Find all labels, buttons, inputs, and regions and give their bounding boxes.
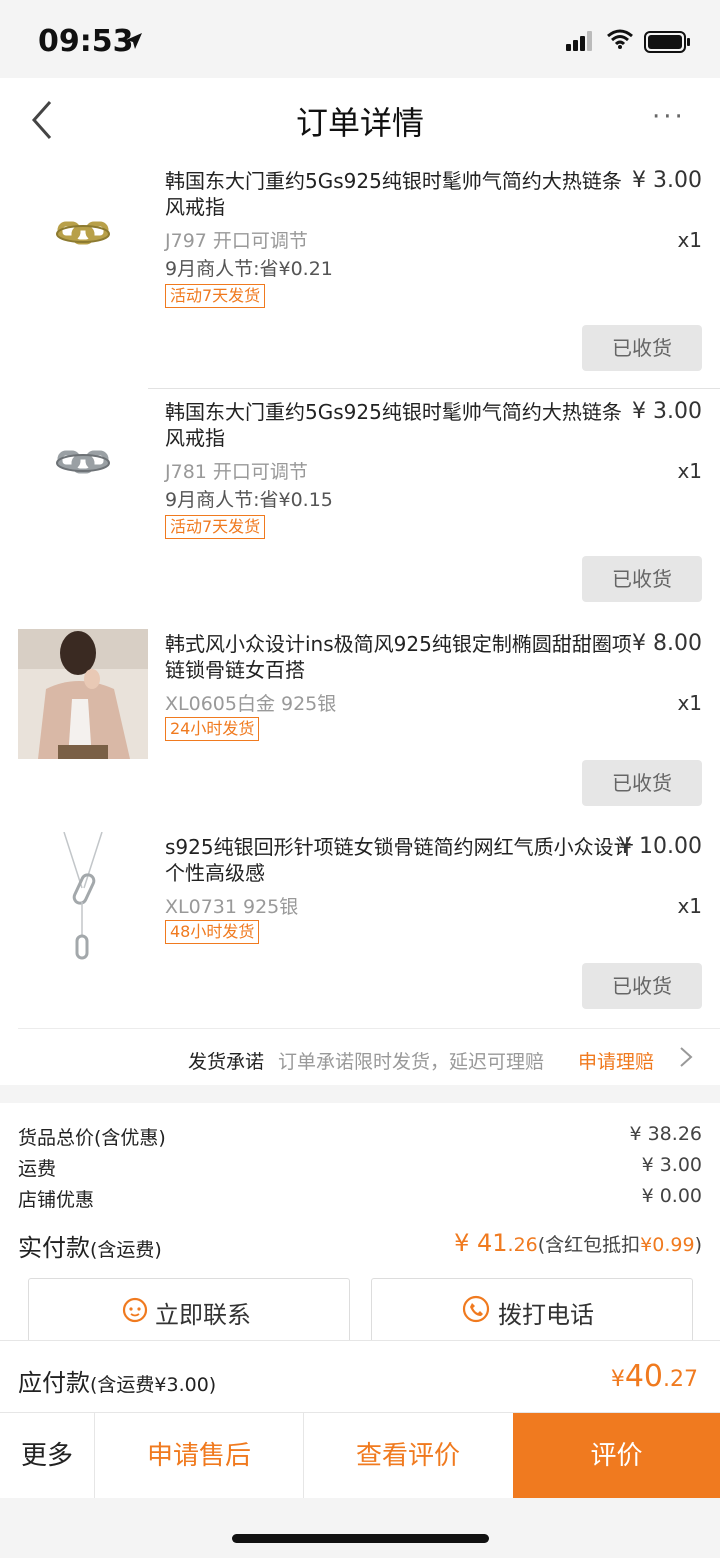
amount-due-bar: 应付款(含运费¥3.00) ¥40.27 (0, 1340, 720, 1413)
order-item: 韩式风小众设计ins极简风925纯银定制椭圆甜甜圈项链锁骨链女百搭 ¥ 8.00… (0, 623, 720, 823)
phone-icon (462, 1295, 490, 1323)
status-bar: 09:53 (0, 0, 720, 78)
model-photo-image[interactable] (18, 629, 148, 759)
chevron-right-icon (680, 1047, 693, 1067)
amount-due-value: ¥40.27 (611, 1359, 698, 1394)
summary-label: 店铺优惠 (18, 1189, 95, 1211)
due-label-note: (含运费¥3.00) (90, 1374, 217, 1396)
received-button[interactable]: 已收货 (582, 556, 702, 602)
item-promo: 9月商人节:省¥0.15 (165, 489, 333, 511)
status-time: 09:53 (38, 24, 134, 59)
call-phone-button[interactable]: 拨打电话 (371, 1278, 693, 1341)
shipping-tag: 活动7天发货 (165, 515, 266, 539)
review-button[interactable]: 评价 (513, 1413, 720, 1499)
summary-row: 店铺优惠 ¥ 0.00 (18, 1185, 702, 1212)
home-indicator[interactable] (232, 1534, 489, 1543)
nav-header: 订单详情 ··· (0, 78, 720, 161)
paid-extra-close: ) (694, 1234, 702, 1256)
bottom-action-bar: 更多 申请售后 查看评价 评价 (0, 1412, 720, 1499)
actual-paid-value: ¥ 41.26(含红包抵扣¥0.99) (454, 1229, 702, 1257)
item-title[interactable]: 韩国东大门重约5Gs925纯银时髦帅气简约大热链条风戒指 (165, 168, 635, 220)
item-spec: XL0731 925银 (165, 896, 299, 918)
item-quantity: x1 (677, 459, 702, 483)
received-button[interactable]: 已收货 (582, 963, 702, 1009)
paid-extra-amount: ¥0.99 (640, 1234, 695, 1256)
item-divider (148, 388, 720, 389)
item-price: ¥ 3.00 (632, 168, 702, 193)
due-symbol: ¥ (610, 1367, 625, 1392)
summary-row: 运费 ¥ 3.00 (18, 1154, 702, 1181)
summary-value: ¥ 38.26 (629, 1123, 702, 1145)
item-title[interactable]: 韩式风小众设计ins极简风925纯银定制椭圆甜甜圈项链锁骨链女百搭 (165, 631, 635, 683)
price-summary: 货品总价(含优惠) ¥ 38.26 运费 ¥ 3.00 店铺优惠 ¥ 0.00 … (0, 1103, 720, 1341)
more-button[interactable]: 更多 (0, 1413, 95, 1499)
item-quantity: x1 (677, 691, 702, 715)
call-button-label: 拨打电话 (498, 1301, 594, 1329)
paid-symbol: ¥ (454, 1229, 477, 1257)
order-item: s925纯银回形针项链女锁骨链简约网红气质小众设计个性高级感 ¥ 10.00 X… (0, 826, 720, 1026)
promise-label: 发货承诺 (188, 1051, 265, 1073)
item-title[interactable]: s925纯银回形针项链女锁骨链简约网红气质小众设计个性高级感 (165, 834, 635, 886)
summary-label: 货品总价(含优惠) (18, 1127, 166, 1149)
paperclip-necklace-image[interactable] (18, 832, 148, 962)
due-integer: 40 (624, 1359, 663, 1394)
order-item: 韩国东大门重约5Gs925纯银时髦帅气简约大热链条风戒指 ¥ 3.00 J781… (0, 391, 720, 619)
chat-face-icon (122, 1297, 148, 1323)
paid-integer: 41 (476, 1229, 508, 1257)
page-title: 订单详情 (295, 104, 424, 142)
item-spec: J797 开口可调节 (165, 230, 308, 252)
item-quantity: x1 (677, 894, 702, 918)
location-arrow-icon (126, 33, 142, 49)
received-button[interactable]: 已收货 (582, 325, 702, 371)
gold-chain-ring-image[interactable] (18, 168, 148, 298)
contact-button-label: 立即联系 (155, 1301, 251, 1329)
paid-label-text: 实付款 (18, 1234, 90, 1262)
summary-label: 运费 (18, 1158, 57, 1180)
shipping-tag: 24小时发货 (165, 717, 260, 741)
summary-row: 货品总价(含优惠) ¥ 38.26 (18, 1123, 702, 1150)
item-price: ¥ 10.00 (618, 834, 702, 859)
promise-text: 订单承诺限时发货，延迟可理赔 (278, 1051, 545, 1073)
shipping-tag: 活动7天发货 (165, 284, 266, 308)
after-sale-button[interactable]: 申请售后 (95, 1413, 304, 1499)
item-quantity: x1 (677, 228, 702, 252)
amount-due-label: 应付款(含运费¥3.00) (18, 1363, 216, 1398)
received-button[interactable]: 已收货 (582, 760, 702, 806)
battery-icon (644, 31, 690, 53)
cellular-signal-icon (566, 31, 592, 51)
order-item: 韩国东大门重约5Gs925纯银时髦帅气简约大热链条风戒指 ¥ 3.00 J797… (0, 160, 720, 388)
due-decimal: .27 (663, 1367, 698, 1392)
more-options-icon[interactable]: ··· (652, 102, 686, 132)
item-price: ¥ 8.00 (632, 631, 702, 656)
wifi-icon (607, 29, 633, 49)
actual-paid-label: 实付款(含运费) (18, 1228, 162, 1263)
item-spec: XL0605白金 925银 (165, 693, 337, 715)
item-spec: J781 开口可调节 (165, 461, 308, 483)
due-label-text: 应付款 (18, 1369, 90, 1397)
paid-decimal: .26 (507, 1234, 538, 1256)
claim-link[interactable]: 申请理赔 (578, 1047, 654, 1074)
item-promo: 9月商人节:省¥0.21 (165, 258, 333, 280)
shipping-tag: 48小时发货 (165, 920, 260, 944)
home-indicator-area (0, 1498, 720, 1558)
order-items: 韩国东大门重约5Gs925纯银时髦帅气简约大热链条风戒指 ¥ 3.00 J797… (0, 160, 720, 1085)
item-title[interactable]: 韩国东大门重约5Gs925纯银时髦帅气简约大热链条风戒指 (165, 399, 635, 451)
shipping-promise[interactable]: 发货承诺 订单承诺限时发货，延迟可理赔 申请理赔 (18, 1028, 720, 1087)
item-price: ¥ 3.00 (632, 399, 702, 424)
contact-seller-button[interactable]: 立即联系 (28, 1278, 350, 1341)
summary-value: ¥ 0.00 (641, 1185, 702, 1207)
silver-chain-ring-image[interactable] (18, 397, 148, 527)
paid-label-note: (含运费) (90, 1239, 162, 1261)
summary-value: ¥ 3.00 (641, 1154, 702, 1176)
paid-extra-note: (含红包抵扣 (537, 1234, 641, 1256)
view-review-button[interactable]: 查看评价 (304, 1413, 512, 1499)
